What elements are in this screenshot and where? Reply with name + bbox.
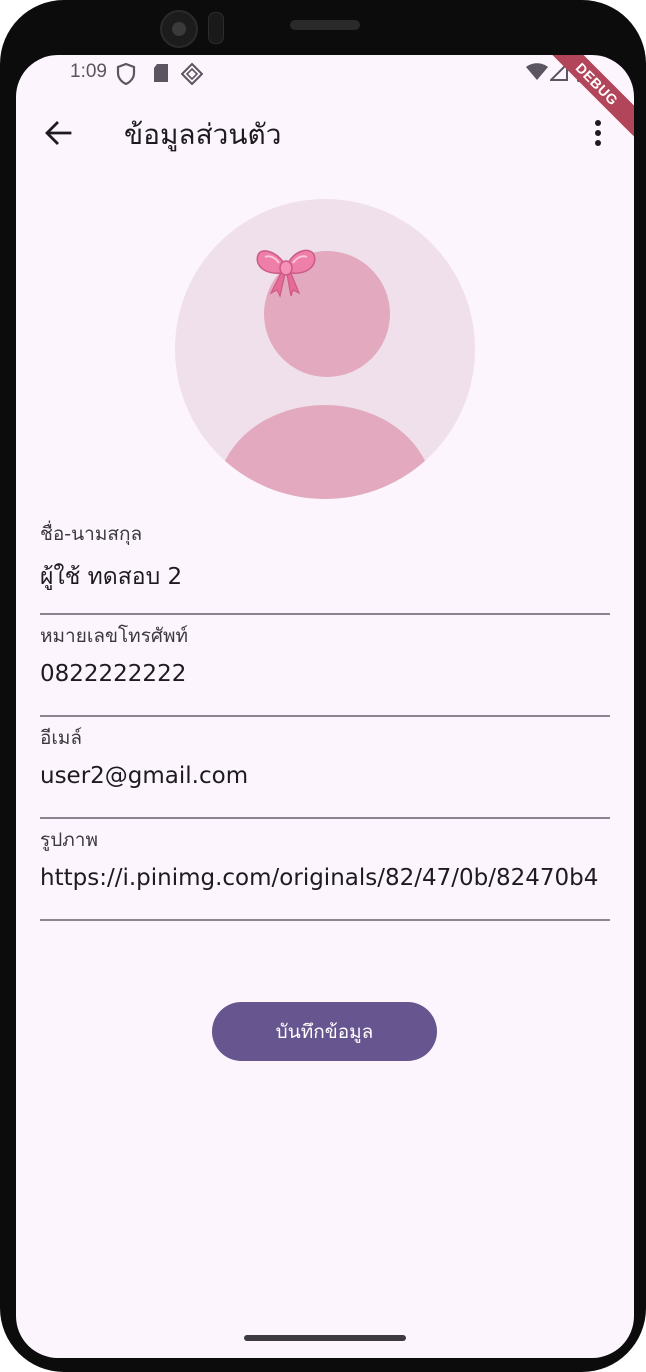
image-url-input[interactable]: https://i.pinimg.com/originals/82/47/0b/… (40, 865, 610, 891)
avatar[interactable] (175, 199, 475, 499)
phone-field[interactable]: หมายเลขโทรศัพท์ 0822222222 (40, 615, 610, 717)
email-field[interactable]: อีเมล์ user2@gmail.com (40, 717, 610, 819)
front-camera (160, 10, 198, 48)
avatar-body (217, 405, 433, 499)
email-input[interactable]: user2@gmail.com (40, 763, 610, 789)
proximity-sensor (208, 12, 224, 44)
page-title: ข้อมูลส่วนตัว (124, 118, 282, 151)
wifi-icon (526, 63, 548, 85)
name-field[interactable]: ชื่อ-นามสกุล ผู้ใช้ ทดสอบ 2 (40, 513, 610, 615)
status-bar: 1:09 DEBUG (16, 55, 634, 145)
save-button[interactable]: บันทึกข้อมูล (212, 1002, 437, 1061)
shield-icon (116, 62, 136, 89)
image-url-label: รูปภาพ (40, 829, 98, 851)
app-notification-icon (180, 62, 204, 89)
more-vert-icon (595, 120, 601, 146)
name-label: ชื่อ-นามสกุล (40, 523, 143, 545)
email-label: อีเมล์ (40, 727, 83, 749)
phone-input[interactable]: 0822222222 (40, 661, 610, 687)
sd-card-icon (152, 63, 170, 87)
status-time: 1:09 (70, 61, 107, 82)
bow-icon (256, 249, 316, 298)
earpiece-speaker (290, 20, 360, 30)
home-indicator[interactable] (244, 1335, 406, 1341)
app-bar: ข้อมูลส่วนตัว (16, 99, 634, 171)
image-url-field[interactable]: รูปภาพ https://i.pinimg.com/originals/82… (40, 819, 610, 921)
phone-label: หมายเลขโทรศัพท์ (40, 625, 189, 647)
back-button[interactable] (38, 113, 78, 153)
more-menu-button[interactable] (580, 113, 616, 153)
name-input[interactable]: ผู้ใช้ ทดสอบ 2 (40, 559, 610, 595)
phone-frame: 1:09 DEBUG ข้อมูลส่วนตัว ชื่อ-นามสกุล ผู… (0, 0, 646, 1372)
arrow-back-icon (45, 121, 72, 145)
app-screen: 1:09 DEBUG ข้อมูลส่วนตัว ชื่อ-นามสกุล ผู… (16, 55, 634, 1358)
